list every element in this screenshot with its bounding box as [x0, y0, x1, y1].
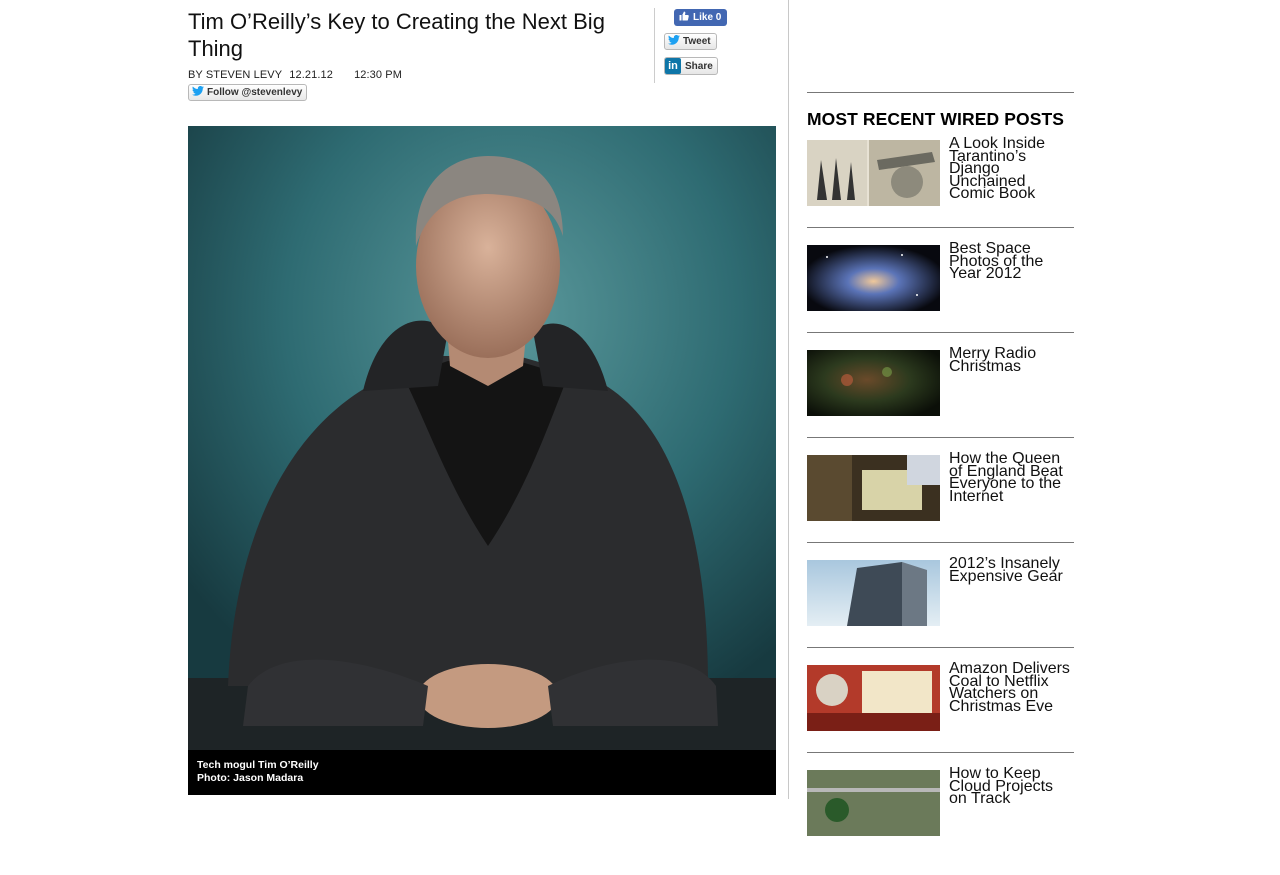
- sidebar-post[interactable]: How to Keep Cloud Projects on Track: [807, 766, 1074, 875]
- post-divider: [807, 752, 1074, 753]
- facebook-like-button[interactable]: Like 0: [674, 9, 728, 26]
- sidebar-post[interactable]: Merry Radio Christmas: [807, 346, 1074, 455]
- twitter-bird-icon: [668, 34, 680, 48]
- post-thumbnail[interactable]: [807, 140, 940, 206]
- post-title[interactable]: 2012’s Insanely Expensive Gear: [949, 556, 1074, 585]
- follow-label: Follow @stevenlevy: [207, 87, 303, 98]
- caption-subject: Tech mogul Tim O’Reilly: [197, 759, 319, 771]
- portrait-illustration: [188, 126, 776, 750]
- post-divider: [807, 542, 1074, 543]
- post-thumbnail[interactable]: [807, 560, 940, 626]
- post-title[interactable]: A Look Inside Tarantino’s Django Unchain…: [949, 136, 1074, 202]
- linkedin-icon: in: [665, 58, 681, 74]
- post-thumbnail[interactable]: [807, 770, 940, 836]
- post-title[interactable]: How to Keep Cloud Projects on Track: [949, 766, 1074, 807]
- article-title: Tim O’Reilly’s Key to Creating the Next …: [188, 9, 605, 61]
- like-count-label: Like 0: [693, 12, 722, 23]
- author-byline[interactable]: BY STEVEN LEVY: [188, 69, 282, 81]
- post-thumbnail[interactable]: [807, 245, 940, 311]
- publish-time: 12:30 PM: [354, 69, 402, 81]
- follow-author-button[interactable]: Follow @stevenlevy: [188, 84, 308, 101]
- thumbs-up-icon: [679, 11, 689, 24]
- article-photo: [188, 126, 776, 750]
- sidebar-post[interactable]: 2012’s Insanely Expensive Gear: [807, 556, 1074, 665]
- sidebar-post[interactable]: Amazon Delivers Coal to Netflix Watchers…: [807, 661, 1074, 770]
- post-divider: [807, 437, 1074, 438]
- column-divider: [788, 0, 789, 799]
- tweet-button[interactable]: Tweet: [664, 33, 717, 50]
- post-divider: [807, 332, 1074, 333]
- post-title[interactable]: Merry Radio Christmas: [949, 346, 1074, 375]
- share-column-divider: [654, 8, 655, 83]
- sidebar-post[interactable]: How the Queen of England Beat Everyone t…: [807, 451, 1074, 560]
- post-title[interactable]: Amazon Delivers Coal to Netflix Watchers…: [949, 661, 1074, 715]
- post-divider: [807, 647, 1074, 648]
- byline: BY STEVEN LEVY 12.21.12 12:30 PM: [188, 69, 406, 81]
- post-thumbnail[interactable]: [807, 665, 940, 731]
- post-title[interactable]: Best Space Photos of the Year 2012: [949, 241, 1074, 282]
- linkedin-share-label: Share: [685, 60, 713, 72]
- post-thumbnail[interactable]: [807, 455, 940, 521]
- publish-date: 12.21.12: [289, 69, 333, 81]
- photo-caption: Tech mogul Tim O’Reilly Photo: Jason Mad…: [188, 750, 776, 795]
- post-title[interactable]: How the Queen of England Beat Everyone t…: [949, 451, 1074, 505]
- sidebar-post[interactable]: A Look Inside Tarantino’s Django Unchain…: [807, 136, 1074, 245]
- sidebar-heading: MOST RECENT WIRED POSTS: [807, 109, 1065, 129]
- linkedin-share-button[interactable]: in Share: [664, 57, 718, 75]
- caption-credit: Photo: Jason Madara: [197, 772, 304, 784]
- sidebar-top-rule: [807, 92, 1074, 93]
- post-thumbnail[interactable]: [807, 350, 940, 416]
- post-divider: [807, 227, 1074, 228]
- twitter-bird-icon: [192, 85, 204, 99]
- tweet-label: Tweet: [683, 36, 711, 47]
- sidebar-post[interactable]: Best Space Photos of the Year 2012: [807, 241, 1074, 350]
